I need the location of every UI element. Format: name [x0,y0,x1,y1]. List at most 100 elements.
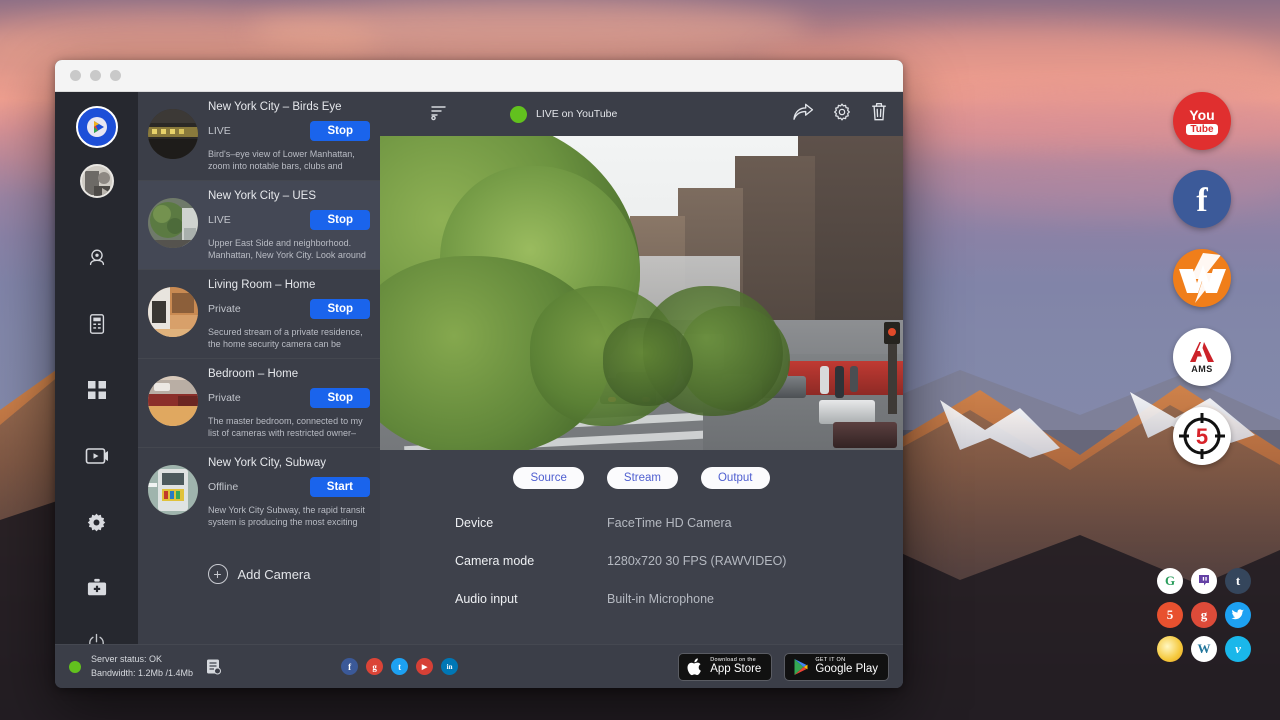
ustream-mini-icon[interactable]: 5 [1157,602,1183,628]
traffic-light-red [888,328,896,336]
sort-icon[interactable] [430,103,448,126]
vimeo-icon[interactable]: v [1225,636,1251,662]
wordpress-icon[interactable]: W [1191,636,1217,662]
pedestrian [820,366,829,394]
camera-status: LIVE [208,214,231,226]
google-plus-mini-icon[interactable]: g [1191,602,1217,628]
adobe-ams-dock-icon[interactable]: AMS [1173,328,1231,386]
minimize-button[interactable] [90,70,101,81]
camera-thumbnail [148,198,198,248]
add-camera-label: Add Camera [238,567,311,582]
first-aid-icon[interactable] [75,566,119,610]
ustream-dock-icon[interactable]: 5 [1173,407,1231,465]
app-store-line2: App Store [710,663,761,675]
tab-stream[interactable]: Stream [607,467,678,489]
play-logo-icon [85,115,109,139]
settings-gear-icon[interactable] [75,500,119,544]
camera-list-item[interactable]: Living Room – Home Private Stop Secured … [138,270,380,359]
device-icon[interactable] [75,302,119,346]
camera-list-item[interactable]: Bedroom – Home Private Stop The master b… [138,359,380,448]
camera-description: New York City Subway, the rapid transit … [208,504,370,529]
user-avatar[interactable] [80,164,114,198]
camera-status: Private [208,392,241,404]
camera-status: LIVE [208,125,231,137]
camera-toggle-button[interactable]: Stop [310,210,370,230]
bandwidth-text: Bandwidth: 1.2Mb /1.4Mb [91,667,193,680]
device-info: Device FaceTime HD Camera Camera mode 12… [380,489,903,630]
camera-title: Bedroom – Home [208,368,370,380]
main-panel: LIVE on YouTube [380,92,903,688]
facebook-icon[interactable]: f [341,658,358,675]
camera-toggle-button[interactable]: Stop [310,121,370,141]
tumblr-icon[interactable]: t [1225,568,1251,594]
app-window: New York City – Birds Eye LIVE Stop Bird… [55,60,903,688]
camera-status: Offline [208,481,238,493]
linkedin-icon[interactable]: in [441,658,458,675]
apple-icon [687,657,704,677]
live-status-label: LIVE on YouTube [536,108,617,120]
live-status-badge: LIVE on YouTube [510,106,617,123]
info-row: Audio input Built-in Microphone [455,592,903,606]
twitter-icon[interactable]: t [391,658,408,675]
left-sidebar [55,92,138,688]
google-plus-icon[interactable]: g [366,658,383,675]
tab-output[interactable]: Output [701,467,770,489]
info-value[interactable]: FaceTime HD Camera [607,516,732,530]
camera-thumbnail [148,376,198,426]
camera-thumbnail [148,465,198,515]
gear-icon[interactable] [832,102,852,127]
info-label: Audio input [455,592,607,606]
camera-list-item[interactable]: New York City – UES LIVE Stop Upper East… [138,181,380,270]
google-play-line2: Google Play [815,663,878,675]
video-icon[interactable] [75,434,119,478]
settings-tabs: Source Stream Output [380,450,903,489]
info-value[interactable]: Built-in Microphone [607,592,714,606]
camera-list-item[interactable]: New York City – Birds Eye LIVE Stop Bird… [138,92,380,181]
toolbar: LIVE on YouTube [380,92,903,136]
server-status-text: Server status: OK [91,653,193,666]
camera-list-item[interactable]: New York City, Subway Offline Start New … [138,448,380,536]
camera-description: The master bedroom, connected to my list… [208,415,370,440]
live-indicator-dot [510,106,527,123]
pedestrian [835,366,844,398]
camera-toggle-button[interactable]: Start [310,477,370,497]
cloud [250,0,810,60]
twitter-mini-icon[interactable] [1225,602,1251,628]
camera-title: New York City, Subway [208,457,370,469]
app-logo[interactable] [76,106,118,148]
google-play-badge[interactable]: GET IT ON Google Play [784,653,889,681]
grid-icon[interactable] [75,368,119,412]
facebook-dock-icon[interactable]: f [1173,170,1231,228]
wowza-dock-icon[interactable] [1173,249,1231,307]
youtube-icon[interactable]: ▶ [416,658,433,675]
share-icon[interactable] [792,103,814,126]
car [819,400,875,424]
trash-icon[interactable] [870,102,888,127]
gaming-icon[interactable]: G [1157,568,1183,594]
add-camera-button[interactable]: + Add Camera [138,536,380,584]
flame-icon[interactable] [1157,636,1183,662]
plus-icon: + [208,564,228,584]
google-play-icon [793,658,809,676]
maximize-button[interactable] [110,70,121,81]
toolbar-actions [792,102,888,127]
status-footer: Server status: OK Bandwidth: 1.2Mb /1.4M… [55,644,903,688]
tab-source[interactable]: Source [513,467,583,489]
avatar-photo [82,166,114,198]
log-icon[interactable] [205,658,221,680]
camera-title: New York City – Birds Eye [208,101,370,113]
twitch-icon[interactable] [1191,568,1217,594]
store-badges: Download on the App Store GET IT ON Goog… [678,653,889,681]
camera-list[interactable]: New York City – Birds Eye LIVE Stop Bird… [138,92,380,688]
video-preview[interactable] [380,136,903,450]
webcam-icon[interactable] [75,236,119,280]
close-button[interactable] [70,70,81,81]
tree-foliage [603,318,693,406]
info-value[interactable]: 1280x720 30 FPS (RAWVIDEO) [607,554,786,568]
adobe-logo-icon [1189,341,1215,363]
app-store-badge[interactable]: Download on the App Store [678,653,772,681]
camera-toggle-button[interactable]: Stop [310,388,370,408]
camera-toggle-button[interactable]: Stop [310,299,370,319]
youtube-dock-icon[interactable]: You Tube [1173,92,1231,150]
camera-description: Upper East Side and neighborhood. Manhat… [208,237,370,262]
